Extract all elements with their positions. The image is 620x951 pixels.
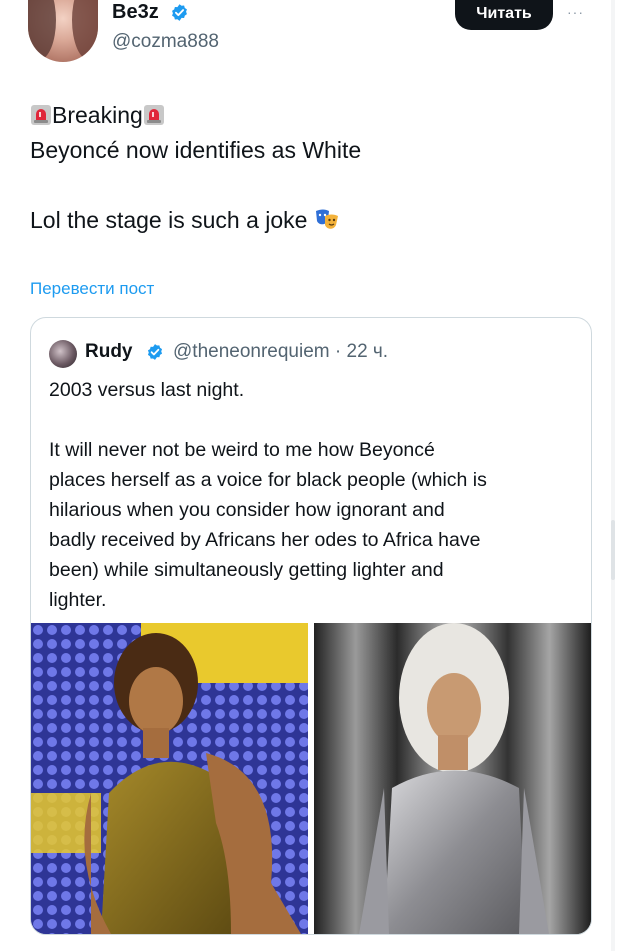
post-breaking-text: Breaking: [52, 102, 143, 128]
post-line-3-text: Lol the stage is such a joke: [30, 207, 308, 233]
quoted-body-line: lighter.: [49, 589, 107, 611]
quoted-author-avatar: [49, 340, 77, 368]
follow-button[interactable]: Читать: [455, 0, 553, 30]
verified-badge-icon: [147, 344, 163, 360]
quoted-body-line: It will never not be weird to me how Bey…: [49, 439, 435, 461]
author-handle[interactable]: @cozma888: [112, 31, 219, 53]
quoted-post-card[interactable]: Rudy @theneonrequiem · 22 ч. 2003 versus…: [30, 317, 592, 935]
verified-badge-icon: [172, 4, 187, 21]
post-line-breaking: Breaking: [30, 100, 165, 130]
quoted-handle-time: @theneonrequiem · 22 ч.: [173, 341, 389, 362]
scrollbar[interactable]: [611, 0, 615, 951]
siren-icon: [143, 105, 164, 125]
author-avatar[interactable]: [28, 0, 98, 62]
author-display-name[interactable]: Be3z: [112, 1, 159, 24]
quoted-photo-left[interactable]: [31, 623, 308, 934]
post-line-2: Beyoncé now identifies as White: [30, 137, 362, 163]
quoted-body-line: places herself as a voice for black peop…: [49, 469, 487, 491]
quoted-line-1: 2003 versus last night.: [49, 379, 245, 401]
siren-icon: [31, 105, 51, 125]
quoted-author-name: Rudy: [85, 341, 133, 362]
post-line-3: Lol the stage is such a joke: [30, 205, 340, 235]
masks-icon: [315, 209, 338, 229]
scrollbar-thumb[interactable]: [611, 520, 615, 580]
quoted-body-line: been) while simultaneously getting light…: [49, 559, 444, 581]
quoted-photo-right[interactable]: [314, 623, 591, 934]
translate-post-link[interactable]: Перевести пост: [30, 279, 154, 299]
more-icon[interactable]: ···: [567, 4, 584, 20]
quoted-body-line: badly received by Africans her odes to A…: [49, 529, 481, 551]
quoted-body-line: hilarious when you consider how ignorant…: [49, 499, 445, 521]
